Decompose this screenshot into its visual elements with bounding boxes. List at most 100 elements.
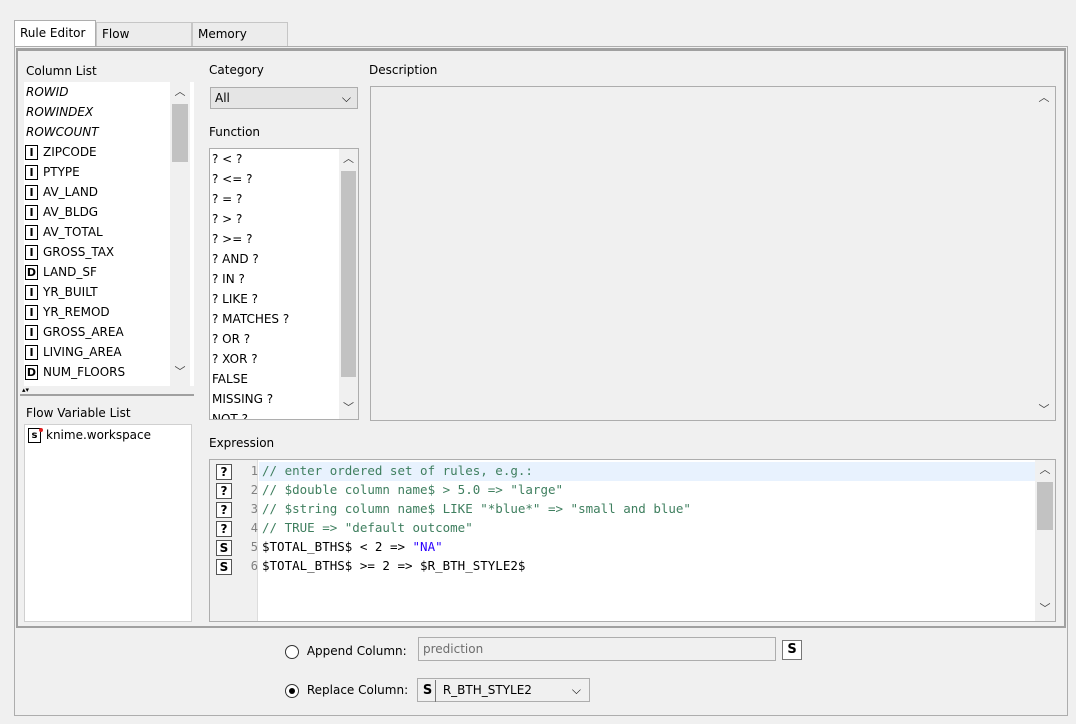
code-operator: >= 2 => bbox=[352, 558, 421, 573]
double-type-icon: D bbox=[25, 365, 38, 380]
list-item[interactable]: I LIVING_AREA bbox=[24, 342, 174, 362]
string-rule-icon: S bbox=[216, 540, 232, 556]
code-comment: // $double column name$ > 5.0 => "large" bbox=[262, 482, 564, 497]
list-item[interactable]: I AV_TOTAL bbox=[24, 222, 174, 242]
list-item[interactable]: ? > ? bbox=[210, 209, 338, 229]
list-item[interactable]: ? XOR ? bbox=[210, 349, 338, 369]
string-type-icon: S bbox=[782, 640, 802, 660]
list-item[interactable]: MISSING ? bbox=[210, 389, 338, 409]
list-item[interactable]: ? LIKE ? bbox=[210, 289, 338, 309]
list-item[interactable]: ? < ? bbox=[210, 149, 338, 169]
chevron-up-icon[interactable]: ︿ bbox=[1037, 91, 1051, 105]
function-list-scrollbar[interactable]: ︿ ﹀ bbox=[339, 149, 358, 419]
list-item[interactable]: I AV_LAND bbox=[24, 182, 174, 202]
category-select[interactable]: All ⌵ bbox=[210, 87, 358, 109]
integer-type-icon: I bbox=[25, 185, 38, 200]
category-label: Category bbox=[209, 63, 264, 77]
list-item[interactable]: I ZIPCODE bbox=[24, 142, 174, 162]
code-line[interactable]: // $double column name$ > 5.0 => "large" bbox=[262, 482, 563, 497]
code-line[interactable]: $TOTAL_BTHS$ >= 2 => $R_BTH_STYLE2$ bbox=[262, 558, 525, 573]
append-column-value: prediction bbox=[423, 642, 484, 656]
list-item[interactable]: I PTYPE bbox=[24, 162, 174, 182]
list-item[interactable]: ? IN ? bbox=[210, 269, 338, 289]
double-type-icon: D bbox=[25, 265, 38, 280]
splitter[interactable]: ▴▾ bbox=[20, 386, 194, 396]
replace-column-value: R_BTH_STYLE2 bbox=[442, 683, 532, 697]
list-item[interactable]: ROWID bbox=[24, 82, 174, 102]
chevron-down-icon[interactable]: ﹀ bbox=[339, 401, 358, 415]
list-item[interactable]: ? = ? bbox=[210, 189, 338, 209]
replace-column-radio[interactable] bbox=[285, 683, 299, 698]
list-item[interactable]: NOT ? bbox=[210, 409, 338, 419]
list-item[interactable]: ? MATCHES ? bbox=[210, 309, 338, 329]
tab-rule-editor[interactable]: Rule Editor bbox=[14, 20, 96, 46]
append-column-label: Append Column: bbox=[306, 644, 407, 658]
chevron-up-icon[interactable]: ︿ bbox=[170, 85, 190, 99]
chevron-down-icon[interactable]: ﹀ bbox=[1037, 403, 1051, 417]
line-number: 5 bbox=[250, 540, 258, 554]
code-line[interactable]: $TOTAL_BTHS$ < 2 => "NA" bbox=[262, 539, 443, 554]
integer-type-icon: I bbox=[25, 305, 38, 320]
list-item[interactable]: s knime.workspace bbox=[25, 425, 191, 445]
list-item[interactable]: ? >= ? bbox=[210, 229, 338, 249]
code-line[interactable]: // TRUE => "default outcome" bbox=[262, 520, 473, 535]
tab-flow-variables[interactable]: Flow Variables bbox=[96, 22, 192, 63]
integer-type-icon: I bbox=[25, 245, 38, 260]
description-box: ︿ ﹀ bbox=[370, 86, 1056, 421]
column-list[interactable]: ROWID ROWINDEX ROWCOUNT I ZIPCODE I PTYPE I AV_L… bbox=[24, 82, 194, 386]
list-item[interactable]: ? OR ? bbox=[210, 329, 338, 349]
column-name: LIVING_AREA bbox=[43, 345, 122, 359]
tab-memory-policy[interactable]: Memory Policy bbox=[192, 22, 288, 63]
code-comment: // $string column name$ LIKE "*blue*" =>… bbox=[262, 501, 691, 516]
scroll-thumb[interactable] bbox=[1037, 482, 1053, 530]
list-item[interactable]: D NUM_FLOORS bbox=[24, 362, 174, 382]
code-column-ref: $TOTAL_BTHS$ bbox=[262, 558, 353, 573]
list-item[interactable]: I AV_BLDG bbox=[24, 202, 174, 222]
append-column-radio[interactable] bbox=[285, 644, 299, 659]
list-item[interactable]: ROWINDEX bbox=[24, 102, 174, 122]
expression-editor[interactable]: ? 1 // enter ordered set of rules, e.g.:? 2… bbox=[209, 459, 1056, 622]
column-name: GROSS_TAX bbox=[43, 245, 115, 259]
list-item[interactable]: I GROSS_TAX bbox=[24, 242, 174, 262]
integer-type-icon: I bbox=[25, 205, 38, 220]
integer-type-icon: I bbox=[25, 345, 38, 360]
replace-column-option[interactable]: Replace Column: bbox=[285, 680, 408, 700]
category-value: All bbox=[215, 91, 230, 105]
chevron-down-icon: ⌵ bbox=[571, 683, 581, 697]
flow-variable-dot-icon bbox=[39, 428, 43, 432]
line-number: 1 bbox=[250, 464, 258, 478]
replace-column-label: Replace Column: bbox=[306, 683, 409, 697]
list-item[interactable]: FALSE bbox=[210, 369, 338, 389]
list-item[interactable]: I YR_BUILT bbox=[24, 282, 174, 302]
list-item[interactable]: ? <= ? bbox=[210, 169, 338, 189]
code-operator: < 2 => bbox=[352, 539, 413, 554]
description-label: Description bbox=[369, 63, 438, 77]
chevron-down-icon[interactable]: ﹀ bbox=[170, 365, 190, 379]
chevron-down-icon[interactable]: ﹀ bbox=[1035, 602, 1055, 616]
column-name: AV_BLDG bbox=[43, 205, 99, 219]
expression-label: Expression bbox=[209, 436, 275, 450]
column-list-title: Column List bbox=[26, 64, 97, 78]
list-item[interactable]: D LAND_SF bbox=[24, 262, 174, 282]
string-rule-icon: S bbox=[216, 559, 232, 575]
list-item[interactable]: ? AND ? bbox=[210, 249, 338, 269]
list-item[interactable]: I YR_REMOD bbox=[24, 302, 174, 322]
list-item[interactable]: ROWCOUNT bbox=[24, 122, 174, 142]
function-list[interactable]: ? < ?? <= ?? = ?? > ?? >= ?? AND ?? IN ?… bbox=[209, 148, 359, 420]
column-list-scrollbar[interactable]: ︿ ﹀ bbox=[170, 82, 190, 386]
append-column-input[interactable]: prediction bbox=[418, 637, 776, 661]
scroll-thumb[interactable] bbox=[341, 171, 356, 377]
expression-scrollbar[interactable]: ︿ ﹀ bbox=[1035, 460, 1055, 621]
comment-line-icon: ? bbox=[216, 483, 232, 499]
split-arrows-icon[interactable]: ▴▾ bbox=[22, 386, 29, 394]
column-name: LAND_SF bbox=[43, 265, 97, 279]
append-column-option[interactable]: Append Column: bbox=[285, 641, 407, 661]
replace-column-select[interactable]: S R_BTH_STYLE2 ⌵ bbox=[417, 678, 590, 702]
scroll-thumb[interactable] bbox=[172, 104, 188, 162]
chevron-up-icon[interactable]: ︿ bbox=[339, 152, 358, 166]
code-line[interactable]: // enter ordered set of rules, e.g.: bbox=[262, 463, 533, 478]
code-line[interactable]: // $string column name$ LIKE "*blue*" =>… bbox=[262, 501, 691, 516]
list-item[interactable]: I GROSS_AREA bbox=[24, 322, 174, 342]
flow-variable-list[interactable]: s knime.workspace bbox=[24, 424, 192, 622]
chevron-up-icon[interactable]: ︿ bbox=[1035, 463, 1055, 477]
